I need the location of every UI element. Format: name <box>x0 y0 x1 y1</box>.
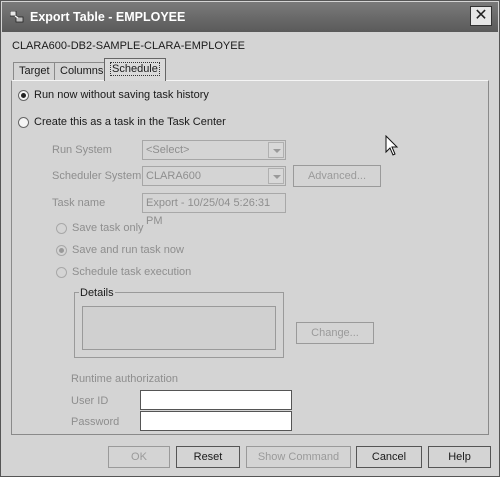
run-system-select[interactable]: <Select> <box>142 140 286 160</box>
close-icon: ✕ <box>474 7 488 24</box>
run-now-label: Run now without saving task history <box>34 89 209 101</box>
task-name-field[interactable]: Export - 10/25/04 5:26:31 PM <box>142 193 286 227</box>
details-text-area[interactable] <box>82 306 276 350</box>
save-task-only-label: Save task only <box>72 222 144 234</box>
tab-columns-label: Columns <box>60 65 104 77</box>
runtime-authorization-heading: Runtime authorization <box>71 373 179 385</box>
run-system-label: Run System <box>52 144 112 156</box>
run-now-radio[interactable] <box>18 90 29 101</box>
export-table-dialog: Export Table - EMPLOYEE ✕ CLARA600-DB2-S… <box>0 0 500 477</box>
ok-button[interactable]: OK <box>108 446 170 468</box>
schedule-execution-radio[interactable] <box>56 267 67 278</box>
mouse-pointer-icon <box>385 135 399 156</box>
scheduler-system-label: Scheduler System <box>52 170 142 182</box>
tab-columns[interactable]: Columns <box>54 62 110 80</box>
create-task-radio[interactable] <box>18 117 29 128</box>
user-id-label: User ID <box>71 395 109 407</box>
tab-target-label: Target <box>19 65 50 77</box>
cancel-button[interactable]: Cancel <box>356 446 422 468</box>
export-table-icon <box>10 11 24 23</box>
scheduler-system-select[interactable]: CLARA600 <box>142 166 286 186</box>
tab-schedule[interactable]: Schedule <box>104 58 166 81</box>
chevron-down-icon[interactable] <box>268 142 284 158</box>
run-system-value: <Select> <box>146 144 190 156</box>
tab-target[interactable]: Target <box>13 62 56 80</box>
create-task-label: Create this as a task in the Task Center <box>34 116 226 128</box>
task-name-label: Task name <box>52 197 106 209</box>
details-group-title: Details <box>79 287 115 299</box>
save-and-run-radio[interactable] <box>56 245 67 256</box>
user-id-field[interactable] <box>140 390 292 410</box>
scheduler-system-value: CLARA600 <box>146 170 202 182</box>
password-field[interactable] <box>140 411 292 431</box>
table-context-label: CLARA600-DB2-SAMPLE-CLARA-EMPLOYEE <box>12 40 245 52</box>
advanced-button[interactable]: Advanced... <box>293 165 381 187</box>
window-title: Export Table - EMPLOYEE <box>30 10 186 24</box>
save-and-run-label: Save and run task now <box>72 244 184 256</box>
chevron-down-icon[interactable] <box>268 168 284 184</box>
password-label: Password <box>71 416 120 428</box>
title-bar[interactable]: Export Table - EMPLOYEE ✕ <box>2 2 498 32</box>
schedule-execution-label: Schedule task execution <box>72 266 192 278</box>
save-task-only-radio[interactable] <box>56 223 67 234</box>
tab-schedule-label: Schedule <box>110 62 160 76</box>
show-command-button[interactable]: Show Command <box>246 446 351 468</box>
change-button[interactable]: Change... <box>296 322 374 344</box>
reset-button[interactable]: Reset <box>176 446 240 468</box>
help-button[interactable]: Help <box>428 446 491 468</box>
close-button[interactable]: ✕ <box>470 6 492 26</box>
